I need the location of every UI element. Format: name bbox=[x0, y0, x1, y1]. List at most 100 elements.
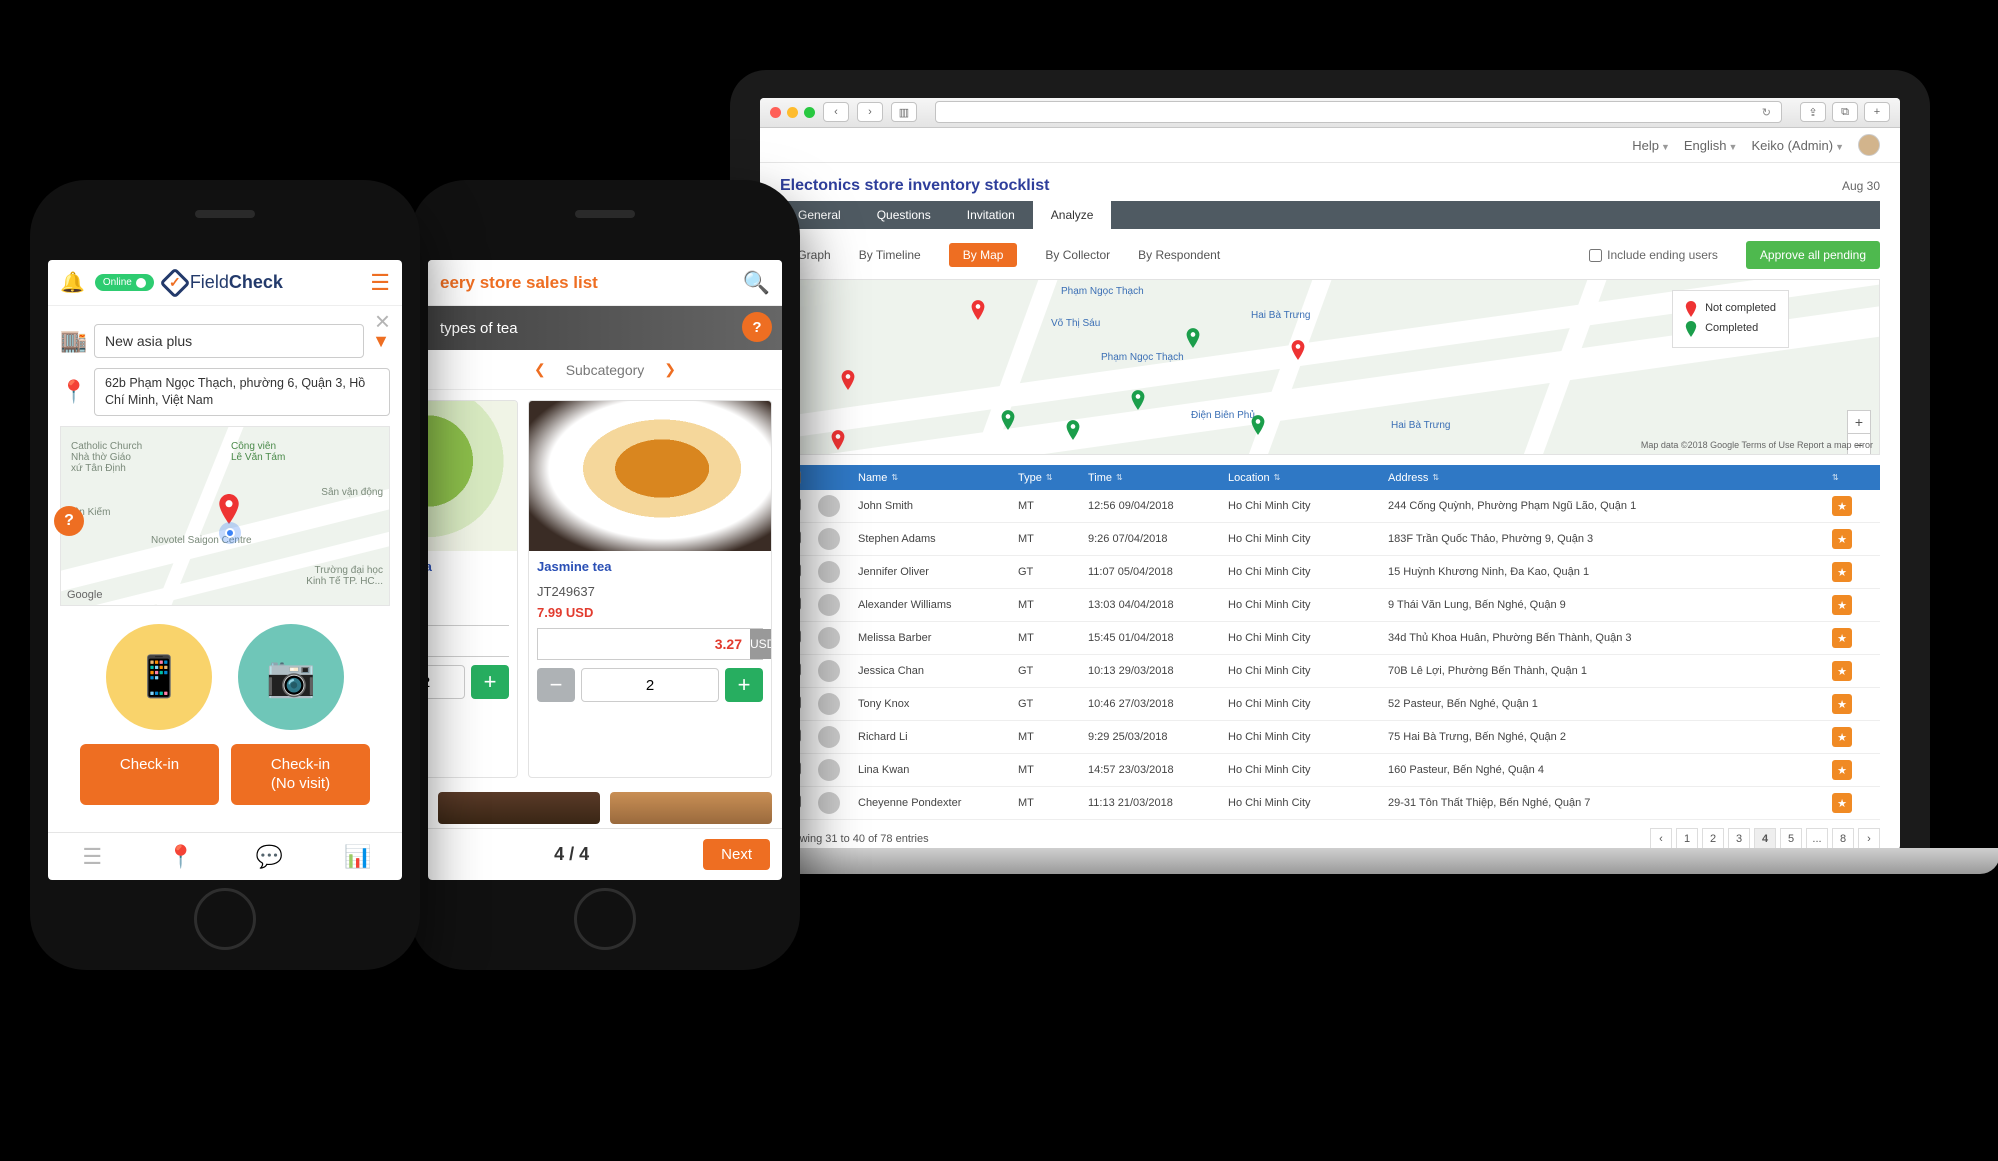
map-pin-green[interactable] bbox=[1131, 390, 1145, 410]
tab-analyze[interactable]: Analyze bbox=[1033, 201, 1112, 229]
zoom-in-button[interactable]: + bbox=[1848, 411, 1870, 434]
chevron-left-icon[interactable]: ❮ bbox=[534, 361, 546, 378]
back-button[interactable]: ‹ bbox=[823, 102, 849, 122]
page-number[interactable]: 2 bbox=[1702, 828, 1724, 850]
bookmark-icon[interactable]: ★ bbox=[1832, 694, 1852, 714]
price-input[interactable] bbox=[538, 629, 750, 659]
subtab-by-respondent[interactable]: By Respondent bbox=[1138, 248, 1220, 262]
page-number[interactable]: 3 bbox=[1728, 828, 1750, 850]
include-ending-checkbox[interactable]: Include ending users bbox=[1589, 248, 1718, 262]
new-tab-icon[interactable]: + bbox=[1864, 102, 1890, 122]
approve-all-button[interactable]: Approve all pending bbox=[1746, 241, 1880, 269]
page-number[interactable]: 8 bbox=[1832, 828, 1854, 850]
page-number[interactable]: 5 bbox=[1780, 828, 1802, 850]
share-icon[interactable]: ⇪ bbox=[1800, 102, 1826, 122]
table-row[interactable]: John SmithMT12:56 09/04/2018Ho Chi Minh … bbox=[780, 490, 1880, 523]
subtab-by-map[interactable]: By Map bbox=[949, 243, 1018, 267]
brand-logo[interactable]: FieldCheck bbox=[164, 272, 283, 294]
page-prev[interactable]: ‹ bbox=[1650, 828, 1672, 850]
quantity-minus-button[interactable]: − bbox=[537, 668, 575, 702]
language-selector[interactable]: English▼ bbox=[1684, 138, 1738, 153]
map-pin-red[interactable] bbox=[971, 300, 985, 320]
photo-button[interactable]: 📷 bbox=[238, 624, 344, 730]
col-location[interactable]: Location⇅ bbox=[1228, 472, 1388, 484]
notification-bell-icon[interactable]: 🔔 bbox=[60, 270, 85, 295]
forward-button[interactable]: › bbox=[857, 102, 883, 122]
avatar[interactable] bbox=[1858, 134, 1880, 156]
quantity-value[interactable]: 2 bbox=[428, 665, 465, 699]
table-row[interactable]: Melissa BarberMT15:45 01/04/2018Ho Chi M… bbox=[780, 622, 1880, 655]
reload-icon[interactable]: ↻ bbox=[1762, 106, 1771, 119]
address-field[interactable]: 62b Phạm Ngọc Thạch, phường 6, Quận 3, H… bbox=[94, 368, 390, 416]
page-number[interactable]: 4 bbox=[1754, 828, 1776, 850]
search-icon[interactable]: 🔍 bbox=[743, 270, 770, 296]
selfie-button[interactable]: 📱 bbox=[106, 624, 212, 730]
page-number[interactable]: 1 bbox=[1676, 828, 1698, 850]
minimize-window-icon[interactable] bbox=[787, 107, 798, 118]
table-row[interactable]: Tony KnoxGT10:46 27/03/2018Ho Chi Minh C… bbox=[780, 688, 1880, 721]
page-next[interactable]: › bbox=[1858, 828, 1880, 850]
thumbnail[interactable] bbox=[438, 792, 600, 824]
tabs-icon[interactable]: ⧉ bbox=[1832, 102, 1858, 122]
subcategory-selector[interactable]: ❮ Subcategory ❯ bbox=[428, 350, 782, 390]
col-type[interactable]: Type⇅ bbox=[1018, 472, 1088, 484]
close-icon[interactable]: × bbox=[375, 306, 390, 337]
product-card[interactable]: Jasmine tea JT249637 7.99 USD USD − 2 + bbox=[528, 400, 772, 778]
bookmark-icon[interactable]: ★ bbox=[1832, 562, 1852, 582]
menu-icon[interactable]: ☰ bbox=[370, 270, 390, 296]
help-icon[interactable]: ? bbox=[742, 312, 772, 342]
map-pin-green[interactable] bbox=[1251, 415, 1265, 435]
map-pin-red[interactable] bbox=[841, 370, 855, 390]
quantity-value[interactable]: 2 bbox=[581, 668, 719, 702]
col-time[interactable]: Time⇅ bbox=[1088, 472, 1228, 484]
subtab-by-collector[interactable]: By Collector bbox=[1045, 248, 1110, 262]
tab-questions[interactable]: Questions bbox=[859, 201, 949, 229]
table-row[interactable]: Stephen AdamsMT9:26 07/04/2018Ho Chi Min… bbox=[780, 523, 1880, 556]
map-pin-green[interactable] bbox=[1186, 328, 1200, 348]
bookmark-icon[interactable]: ★ bbox=[1832, 661, 1852, 681]
table-row[interactable]: Alexander WilliamsMT13:03 04/04/2018Ho C… bbox=[780, 589, 1880, 622]
next-button[interactable]: Next bbox=[703, 839, 770, 870]
subtab-by-timeline[interactable]: By Timeline bbox=[859, 248, 921, 262]
help-link[interactable]: Help▼ bbox=[1632, 138, 1670, 153]
map-pin-green[interactable] bbox=[1001, 410, 1015, 430]
bookmark-icon[interactable]: ★ bbox=[1832, 793, 1852, 813]
sidebar-toggle-icon[interactable]: ▥ bbox=[891, 102, 917, 122]
current-user[interactable]: Keiko (Admin)▼ bbox=[1751, 138, 1844, 153]
nav-stats-icon[interactable]: 📊 bbox=[314, 833, 403, 880]
table-row[interactable]: Richard LiMT9:29 25/03/2018Ho Chi Minh C… bbox=[780, 721, 1880, 754]
bookmark-icon[interactable]: ★ bbox=[1832, 727, 1852, 747]
map-panel[interactable]: Phạm Ngọc Thạch Võ Thị Sáu Phạm Ngọc Thạ… bbox=[780, 279, 1880, 455]
table-row[interactable]: Jennifer OliverGT11:07 05/04/2018Ho Chi … bbox=[780, 556, 1880, 589]
col-address[interactable]: Address⇅ bbox=[1388, 472, 1832, 484]
quantity-plus-button[interactable]: + bbox=[725, 668, 763, 702]
checkin-button[interactable]: Check-in bbox=[80, 744, 219, 806]
bookmark-icon[interactable]: ★ bbox=[1832, 760, 1852, 780]
price-input[interactable] bbox=[428, 626, 518, 656]
maximize-window-icon[interactable] bbox=[804, 107, 815, 118]
col-name[interactable]: Name⇅ bbox=[858, 472, 1018, 484]
product-card[interactable]: een tea 6 USD 2 + bbox=[428, 400, 518, 778]
page-number[interactable]: ... bbox=[1806, 828, 1828, 850]
chevron-right-icon[interactable]: ❯ bbox=[664, 361, 676, 378]
nav-list-icon[interactable]: ☰ bbox=[48, 833, 137, 880]
address-bar[interactable]: ↻ bbox=[935, 101, 1782, 123]
bookmark-icon[interactable]: ★ bbox=[1832, 529, 1852, 549]
map-pin-red[interactable] bbox=[1291, 340, 1305, 360]
close-window-icon[interactable] bbox=[770, 107, 781, 118]
help-icon[interactable]: ? bbox=[54, 506, 84, 536]
table-row[interactable]: Lina KwanMT14:57 23/03/2018Ho Chi Minh C… bbox=[780, 754, 1880, 787]
nav-chat-icon[interactable]: 💬 bbox=[225, 833, 314, 880]
bookmark-icon[interactable]: ★ bbox=[1832, 496, 1852, 516]
map-pin-red[interactable] bbox=[831, 430, 845, 450]
tab-invitation[interactable]: Invitation bbox=[949, 201, 1033, 229]
table-row[interactable]: Jessica ChanGT10:13 29/03/2018Ho Chi Min… bbox=[780, 655, 1880, 688]
bookmark-icon[interactable]: ★ bbox=[1832, 628, 1852, 648]
mini-map[interactable]: Catholic Church Nhà thờ Giáo xứ Tân Định… bbox=[60, 426, 390, 606]
nav-map-icon[interactable]: 📍 bbox=[137, 833, 226, 880]
checkin-no-visit-button[interactable]: Check-in (No visit) bbox=[231, 744, 370, 806]
quantity-plus-button[interactable]: + bbox=[471, 665, 509, 699]
table-row[interactable]: Cheyenne PondexterMT11:13 21/03/2018Ho C… bbox=[780, 787, 1880, 820]
bookmark-icon[interactable]: ★ bbox=[1832, 595, 1852, 615]
map-pin-green[interactable] bbox=[1066, 420, 1080, 440]
